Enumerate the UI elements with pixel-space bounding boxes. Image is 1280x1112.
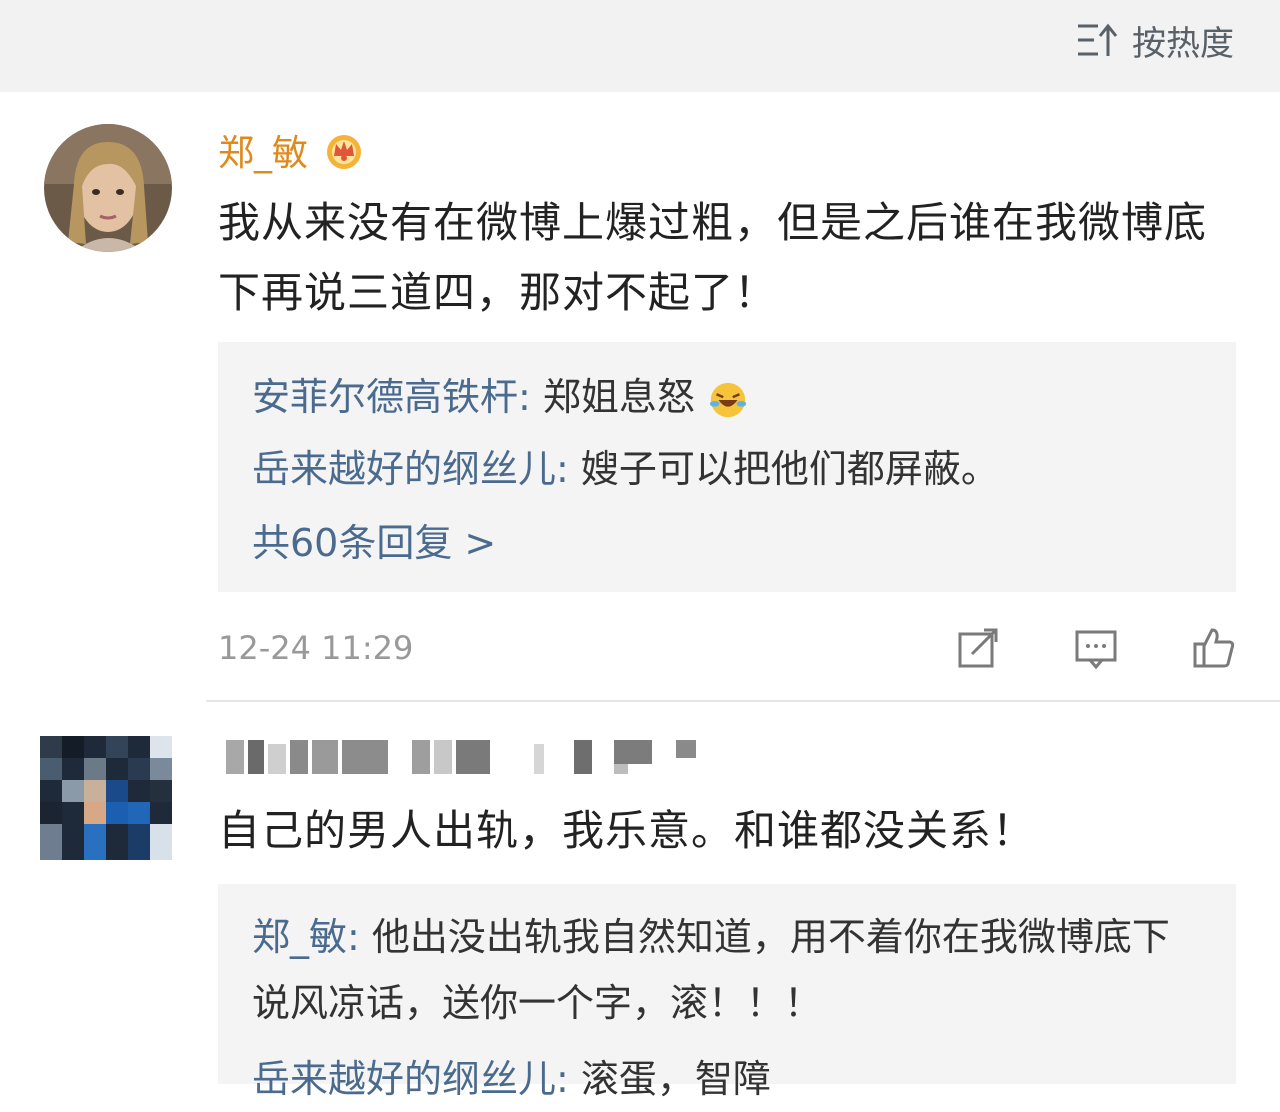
reply-author[interactable]: 安菲尔德高铁杆: <box>252 375 531 419</box>
reply-item[interactable]: 岳来越好的纲丝儿: 嫂子可以把他们都屏蔽。 <box>218 436 1236 502</box>
author-name: 郑_敏 <box>218 133 309 174</box>
reply-text: 他出没出轨我自然知道，用不着你在我微博底下说风凉话，送你一个字，滚！！！ <box>252 915 1170 1025</box>
comment-author[interactable]: 郑_敏 <box>218 124 366 176</box>
reply-text: 郑姐息怒 <box>530 375 695 419</box>
vip-crown-icon <box>327 135 362 169</box>
reply-item[interactable]: 郑_敏: 他出没出轨我自然知道，用不着你在我微博底下说风凉话，送你一个字，滚！！… <box>218 904 1236 1036</box>
sort-icon <box>1078 23 1118 56</box>
top-bar: 按热度 <box>0 0 1280 92</box>
reply-author[interactable]: 郑_敏: <box>252 915 360 959</box>
reply-box[interactable]: 安菲尔德高铁杆: 郑姐息怒 岳来越好的纲丝儿: 嫂子可以把他们都屏蔽。 共60条… <box>218 342 1236 592</box>
comment-text: 自己的男人出轨，我乐意。和谁都没关系！ <box>218 806 1036 855</box>
pixelated-username[interactable] <box>222 736 702 780</box>
comment-actions <box>956 626 1236 670</box>
laugh-cry-emoji-icon <box>709 382 747 417</box>
comment-text: 我从来没有在微博上爆过粗，但是之后谁在我微博底下再说三道四，那对不起了！ <box>218 198 1208 317</box>
reply-box[interactable]: 郑_敏: 他出没出轨我自然知道，用不着你在我微博底下说风凉话，送你一个字，滚！！… <box>218 884 1236 1101</box>
reply-item[interactable]: 岳来越好的纲丝儿: 滚蛋，智障 <box>218 1046 1236 1112</box>
comment-meta: 12-24 11:29 <box>218 618 1236 678</box>
repost-icon[interactable] <box>956 626 1000 670</box>
reply-item[interactable]: 安菲尔德高铁杆: 郑姐息怒 <box>218 364 1236 430</box>
comment-icon[interactable] <box>1074 626 1118 670</box>
avatar[interactable] <box>40 736 172 860</box>
divider <box>206 700 1280 702</box>
comment-time: 12-24 11:29 <box>218 629 414 667</box>
reply-text: 嫂子可以把他们都屏蔽。 <box>568 447 999 491</box>
like-icon[interactable] <box>1192 626 1236 670</box>
reply-author[interactable]: 岳来越好的纲丝儿: <box>252 447 569 491</box>
reply-author[interactable]: 岳来越好的纲丝儿: <box>252 1057 569 1101</box>
sort-label: 按热度 <box>1132 23 1234 64</box>
view-more-replies-link[interactable]: 共60条回复 > <box>218 510 1236 576</box>
avatar[interactable] <box>44 124 172 252</box>
sort-by-hot-button[interactable]: 按热度 <box>1076 18 1234 64</box>
reply-text: 滚蛋，智障 <box>568 1057 771 1101</box>
